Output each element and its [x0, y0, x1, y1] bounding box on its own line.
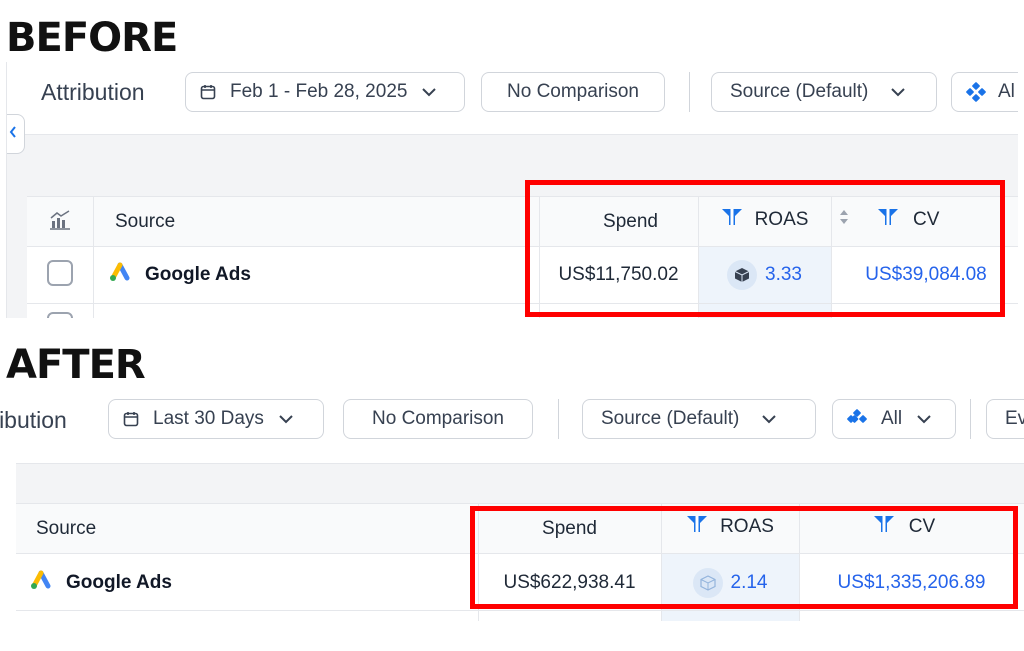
- date-range-label: Last 30 Days: [153, 408, 264, 429]
- chevron-left-icon: [9, 125, 17, 143]
- google-ads-icon: [30, 570, 52, 596]
- chevron-down-icon: [761, 414, 777, 424]
- chevron-down-icon: [278, 414, 294, 424]
- after-heading: AFTER: [6, 342, 146, 388]
- date-range-picker[interactable]: Feb 1 - Feb 28, 2025: [185, 72, 465, 112]
- table-row-source[interactable]: Google Ads: [109, 249, 251, 301]
- filter-icon: [966, 82, 986, 102]
- column-header-source[interactable]: Source: [36, 504, 96, 554]
- source-dropdown[interactable]: Source (Default): [582, 399, 816, 439]
- toolbar-divider: [558, 399, 559, 439]
- before-panel: Attribution Feb 1 - Feb 28, 2025 No Comp…: [6, 62, 1018, 318]
- source-dropdown-label: Source (Default): [730, 81, 869, 102]
- column-header-source[interactable]: Source: [115, 197, 175, 247]
- calendar-icon: [123, 411, 139, 427]
- table-row-source[interactable]: Google Ads: [30, 556, 172, 610]
- filter-dropdown[interactable]: All: [832, 399, 956, 439]
- source-dropdown-label: Source (Default): [601, 408, 740, 429]
- page-title: •ibution: [0, 407, 67, 433]
- date-range-picker[interactable]: Last 30 Days: [108, 399, 324, 439]
- comparison-button[interactable]: No Comparison: [481, 72, 665, 112]
- chevron-down-icon: [421, 87, 437, 97]
- filter-icon: [847, 409, 867, 429]
- chart-icon: [49, 209, 71, 237]
- highlight-box: [525, 180, 1005, 317]
- toolbar: Attribution Feb 1 - Feb 28, 2025 No Comp…: [7, 62, 1018, 132]
- after-panel: •ibution Last 30 Days No Comparison Sour…: [0, 385, 1024, 621]
- before-heading: BEFORE: [6, 15, 178, 61]
- date-range-label: Feb 1 - Feb 28, 2025: [230, 81, 408, 102]
- filter-label: Al: [998, 81, 1015, 102]
- comparison-button[interactable]: No Comparison: [343, 399, 533, 439]
- google-ads-icon: [109, 262, 131, 288]
- filter-dropdown[interactable]: Al: [951, 72, 1018, 112]
- source-dropdown[interactable]: Source (Default): [711, 72, 937, 112]
- highlight-box: [470, 506, 1018, 609]
- filter-label: All: [881, 408, 903, 429]
- collapse-sidebar-button[interactable]: [7, 114, 25, 154]
- chevron-down-icon: [916, 414, 932, 424]
- calendar-icon: [200, 84, 216, 100]
- chevron-down-icon: [890, 87, 906, 97]
- toolbar-divider: [970, 399, 971, 439]
- extra-dropdown[interactable]: Ev: [986, 399, 1024, 439]
- chart-toggle[interactable]: [49, 209, 71, 237]
- row-checkbox[interactable]: [47, 312, 73, 318]
- row-checkbox[interactable]: [47, 260, 73, 286]
- toolbar: •ibution Last 30 Days No Comparison Sour…: [0, 385, 1024, 455]
- toolbar-divider: [689, 72, 690, 112]
- page-title: Attribution: [41, 79, 145, 105]
